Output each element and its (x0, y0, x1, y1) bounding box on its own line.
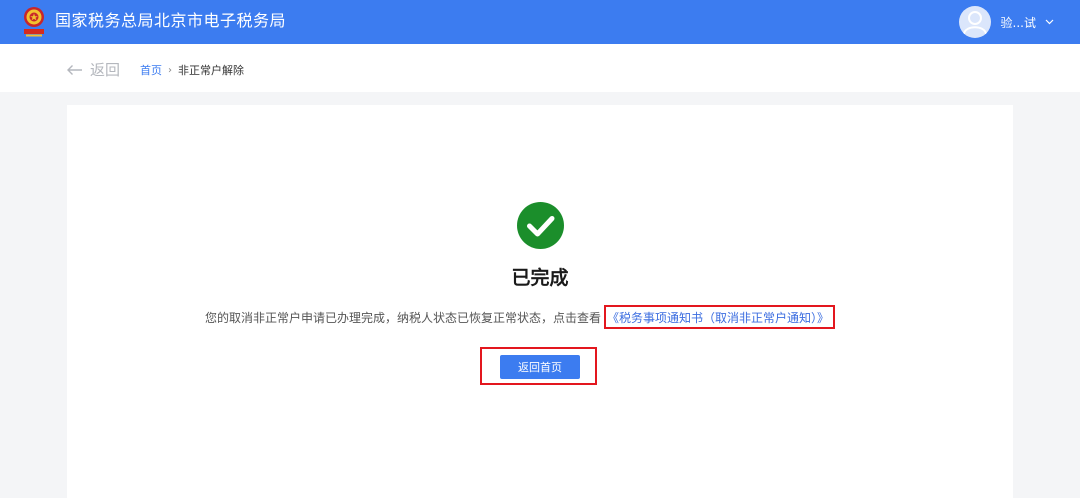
home-button-highlight: 返回首页 (480, 347, 597, 385)
site-title: 国家税务总局北京市电子税务局 (55, 11, 287, 30)
chevron-down-icon[interactable] (1045, 19, 1054, 25)
result-card: 已完成 您的取消非正常户申请已办理完成，纳税人状态已恢复正常状态，点击查看 《税… (67, 105, 1013, 498)
breadcrumb-home-link[interactable]: 首页 (140, 62, 162, 78)
tax-notice-link[interactable]: 《税务事项通知书（取消非正常户通知）》 (607, 309, 829, 326)
breadcrumb: 首页 › 非正常户解除 (140, 62, 244, 78)
result-message-line: 您的取消非正常户申请已办理完成，纳税人状态已恢复正常状态，点击查看 《税务事项通… (205, 305, 836, 329)
top-header: 国家税务总局北京市电子税务局 验...试 (0, 0, 1080, 44)
back-label[interactable]: 返回 (90, 59, 120, 80)
notice-link-highlight: 《税务事项通知书（取消非正常户通知）》 (604, 305, 836, 329)
breadcrumb-current: 非正常户解除 (178, 64, 244, 77)
back-button[interactable]: 返回 (66, 59, 120, 80)
tax-emblem-icon (24, 7, 44, 37)
result-message: 您的取消非正常户申请已办理完成，纳税人状态已恢复正常状态，点击查看 (205, 310, 602, 325)
check-circle-icon (517, 202, 564, 249)
arrow-left-icon[interactable] (66, 64, 83, 76)
user-menu[interactable]: 验...试 (958, 6, 1054, 38)
user-name[interactable]: 验...试 (1001, 14, 1036, 31)
breadcrumb-separator: › (168, 64, 172, 76)
status-title: 已完成 (511, 267, 569, 289)
breadcrumb-bar: 返回 首页 › 非正常户解除 (0, 44, 1080, 92)
return-home-button[interactable]: 返回首页 (500, 355, 580, 379)
user-avatar-icon[interactable] (958, 6, 991, 38)
